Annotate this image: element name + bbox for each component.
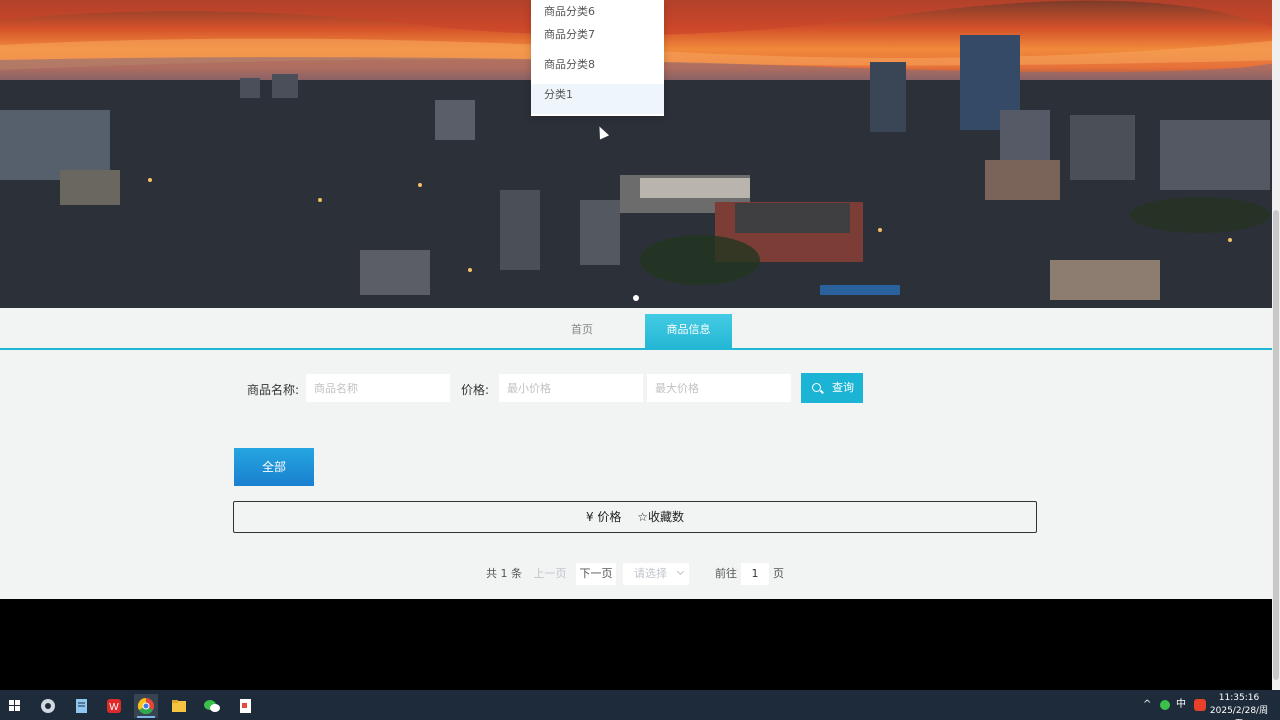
nav-goods-info[interactable]: 商品信息 [645,314,732,350]
dropdown-item[interactable]: 商品分类6 [531,0,664,24]
active-indicator [137,716,155,718]
product-name-label: 商品名称: [247,383,300,397]
all-category-button[interactable]: 全部 [234,448,314,486]
settings-gear-icon[interactable] [36,694,60,718]
prev-page-button[interactable]: 上一页 [531,563,569,585]
search-button-label: 查询 [832,381,854,394]
scrollbar-thumb[interactable] [1273,210,1279,680]
chevron-down-icon [676,567,685,576]
carousel-dot[interactable] [633,295,639,301]
min-price-input[interactable] [499,374,643,402]
taskbar-clock[interactable]: 11:35:16 2025/2/28/周五 [1206,692,1272,720]
document-app-icon[interactable] [233,694,257,718]
page-size-placeholder: 请选择 [634,567,667,580]
dropdown-item[interactable]: 分类1 [531,84,664,114]
sort-favorites-button[interactable]: ☆收藏数 [637,502,684,532]
sort-bar: ¥ 价格 ☆收藏数 [233,501,1037,533]
svg-text:W: W [109,702,119,713]
nav-home[interactable]: 首页 [540,314,624,350]
windows-start-icon[interactable] [3,694,27,718]
windows-taskbar: W ^ 中 11:35:16 2025/2/28/周五 [0,690,1280,720]
next-page-button[interactable]: 下一页 [576,563,616,585]
search-icon [812,383,821,392]
tray-ime-indicator[interactable]: 中 [1176,690,1186,720]
product-name-input[interactable] [306,374,450,402]
page-size-select[interactable]: 请选择 [623,563,689,585]
pagination-total: 共 1 条 [486,567,522,580]
dropdown-item[interactable]: 商品分类8 [531,54,664,84]
goto-label: 前往 [715,567,737,580]
dropdown-item[interactable]: 商品分类7 [531,24,664,54]
price-label: 价格: [461,383,490,397]
wps-office-icon[interactable]: W [102,694,126,718]
sort-price-button[interactable]: ¥ 价格 [586,502,621,532]
goto-page-input[interactable]: 1 [741,563,769,585]
wechat-icon[interactable] [200,694,224,718]
page-scrollbar[interactable] [1272,0,1280,690]
tray-sogou-icon[interactable] [1193,690,1207,720]
file-explorer-icon[interactable] [167,694,191,718]
category-dropdown: 商品分类6 商品分类7 商品分类8 分类1 [531,0,664,116]
tray-show-hidden-icon[interactable]: ^ [1143,690,1151,720]
top-nav: 首页 商品信息 [0,308,1272,350]
max-price-input[interactable] [647,374,791,402]
search-form: 商品名称: 价格: 查询 [0,373,1272,403]
clock-time: 11:35:16 [1218,693,1260,703]
clock-date: 2025/2/28/周五 [1209,706,1269,720]
chrome-browser-icon[interactable] [134,694,158,718]
main-content: 首页 商品信息 商品名称: 价格: 查询 全部 ¥ 价格 ☆收藏数 共 1 条 … [0,308,1272,599]
notepad-icon[interactable] [69,694,93,718]
tray-wechat-icon[interactable] [1158,690,1172,720]
search-button[interactable]: 查询 [801,373,863,403]
page-unit-label: 页 [773,567,784,580]
pagination: 共 1 条 上一页 下一页 请选择 前往 1 页 [0,563,1272,585]
